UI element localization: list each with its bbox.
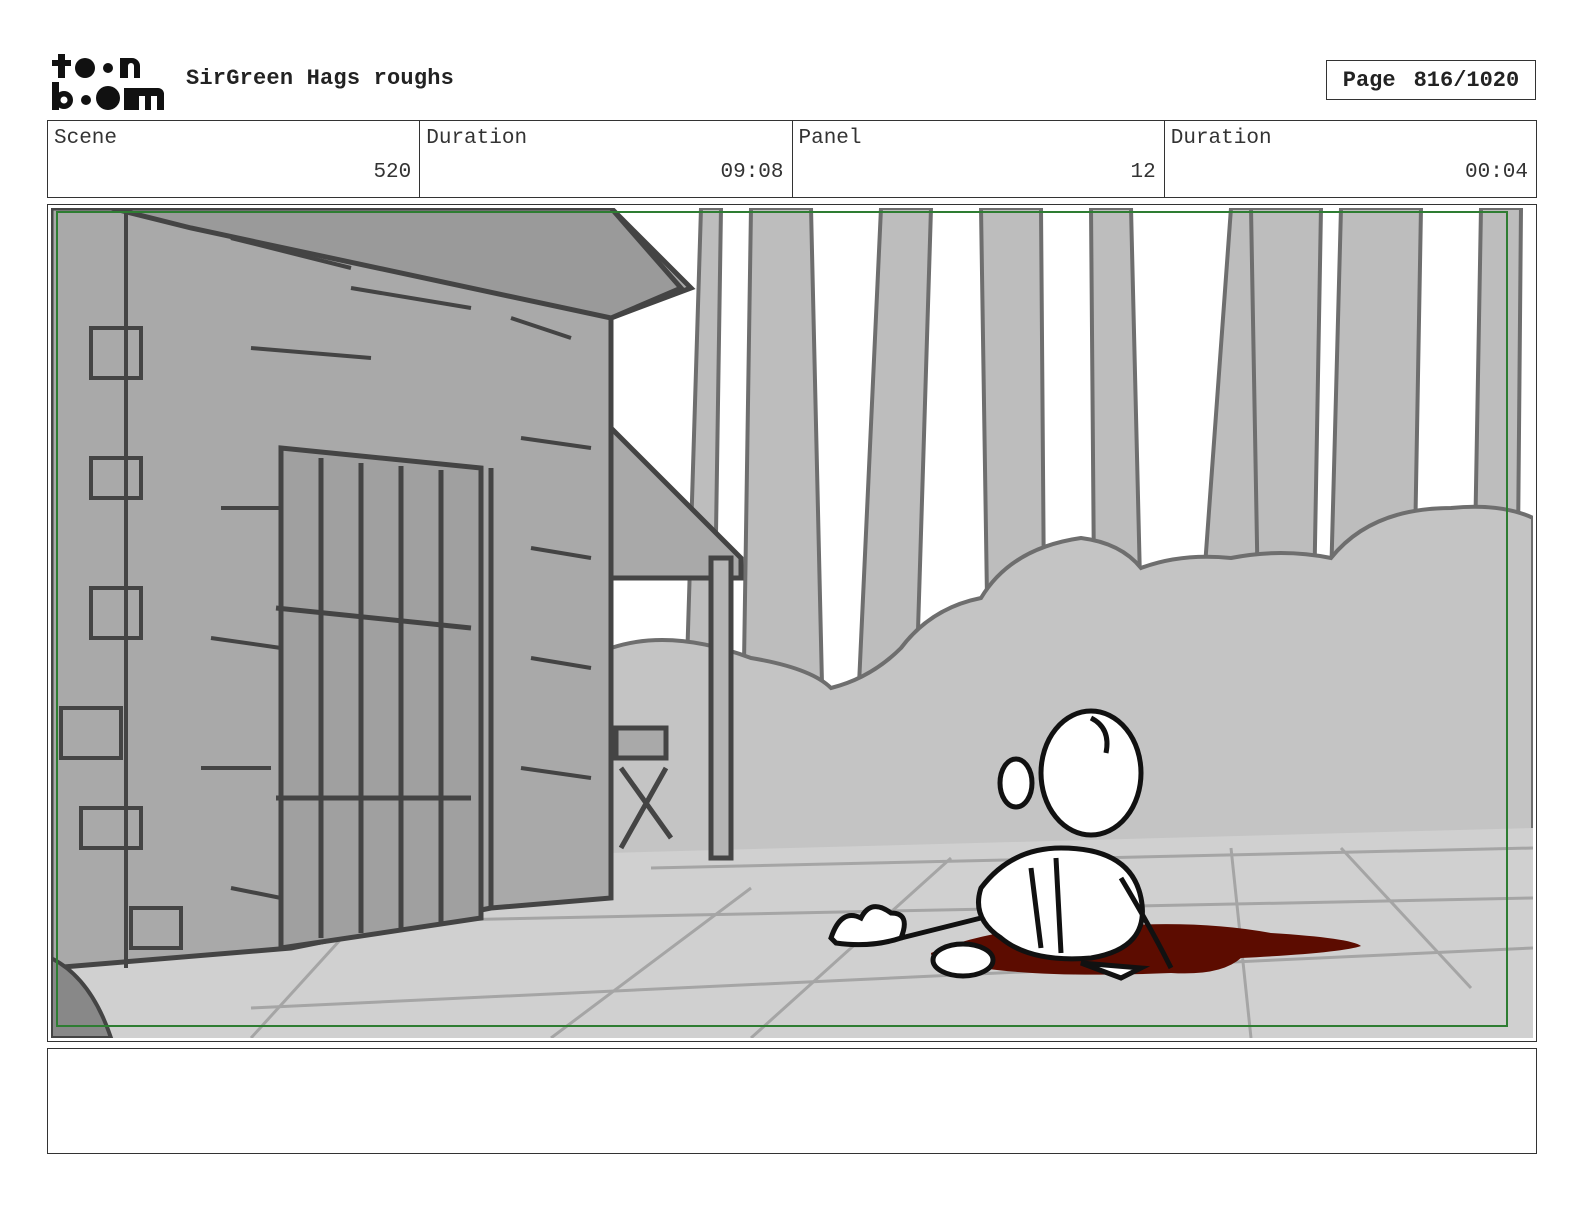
scene-cell: Scene 520 <box>48 121 421 197</box>
panel-duration-label: Duration <box>1170 127 1272 150</box>
panel-notes-box[interactable] <box>47 1048 1537 1154</box>
scene-label: Scene <box>54 127 118 150</box>
panel-info-table: Scene 520 Duration 09:08 Panel 12 Durati… <box>47 120 1537 198</box>
panel-drawing <box>51 208 1533 1038</box>
panel-label: Panel <box>798 127 862 150</box>
panel-duration-value: 00:04 <box>1464 161 1528 184</box>
scene-duration-label: Duration <box>426 127 528 150</box>
storyboard-panel <box>47 204 1537 1042</box>
document-title: SirGreen Hags roughs <box>186 66 455 91</box>
page-indicator: Page 816/1020 <box>1326 60 1536 100</box>
page-number: 816/1020 <box>1413 67 1520 93</box>
scene-duration-value: 09:08 <box>720 161 784 184</box>
panel-value: 12 <box>1130 161 1156 184</box>
panel-duration-cell: Duration 00:04 <box>1165 121 1536 197</box>
scene-value: 520 <box>373 161 412 184</box>
scene-duration-cell: Duration 09:08 <box>420 121 793 197</box>
panel-cell: Panel 12 <box>793 121 1165 197</box>
page-label: Page <box>1342 67 1396 93</box>
toon-boom-logo <box>50 50 166 112</box>
